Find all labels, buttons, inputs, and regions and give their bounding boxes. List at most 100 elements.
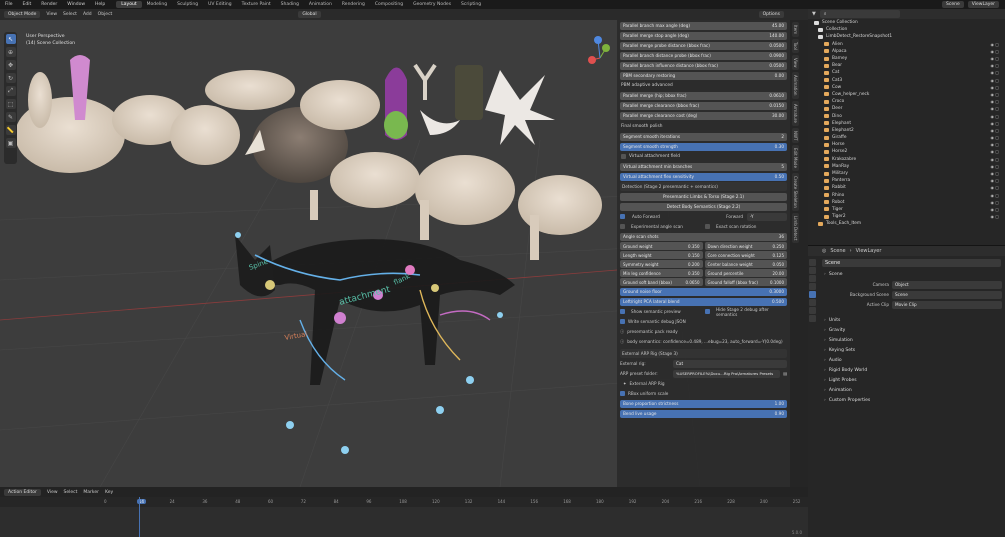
section-keying-sets[interactable]: Keying Sets xyxy=(808,345,1005,355)
pbm-field[interactable]: Parallel merge clearance cost (deg) 30.00 xyxy=(620,111,787,120)
transform-tool-icon[interactable]: ⬚ xyxy=(5,99,16,109)
pbm-field[interactable]: Parallel merge clearance (bbox frac) 0.01… xyxy=(620,101,787,110)
param-field[interactable]: Parallel branch influence distance (bbox… xyxy=(620,61,787,70)
cursor-tool-icon[interactable]: ⊕ xyxy=(5,47,16,57)
viewport-menu-add[interactable]: Add xyxy=(83,12,92,17)
frame-ruler[interactable]: 0 14 24 36 48 60 72 84 96 108 120 132 144 156 168 180 19… xyxy=(0,497,808,507)
weight-field[interactable]: Ground percentile 20.00 xyxy=(704,269,787,277)
sidebar-tab-create-skeleton[interactable]: Create Skeleton xyxy=(792,172,799,211)
visibility-icon[interactable]: ◉ ▢ xyxy=(990,157,999,162)
section-simulation[interactable]: Simulation xyxy=(808,335,1005,345)
snapshot-row[interactable]: LimbDetect_RestoreSnapshot1 xyxy=(808,33,1005,40)
move-tool-icon[interactable]: ✥ xyxy=(5,60,16,70)
tab-texture-paint[interactable]: Texture Paint xyxy=(237,1,276,8)
visibility-icon[interactable]: ◉ ▢ xyxy=(990,193,999,198)
section-animation[interactable]: Animation xyxy=(808,385,1005,395)
outliner-row[interactable]: Croco ◉ ▢ xyxy=(808,98,1005,105)
scale-tool-icon[interactable]: ⤢ xyxy=(5,86,16,96)
outliner-row[interactable]: Elephant2 ◉ ▢ xyxy=(808,127,1005,134)
tab-compositing[interactable]: Compositing xyxy=(370,1,408,8)
visibility-icon[interactable]: ◉ ▢ xyxy=(990,56,999,61)
filter-icon[interactable]: ▼ xyxy=(812,11,816,17)
sidebar-tab-nwt[interactable]: NWT xyxy=(792,127,799,143)
weight-field[interactable]: Core connection weight 0.125 xyxy=(704,251,787,259)
arp-folder-field[interactable]: %USERPROFILE%\Docu...Rig Pro\Armatures P… xyxy=(673,369,781,378)
section-light-probes[interactable]: Light Probes xyxy=(808,375,1005,385)
tab-scripting[interactable]: Scripting xyxy=(456,1,486,8)
visibility-icon[interactable]: ◉ ▢ xyxy=(990,142,999,147)
tab-rendering[interactable]: Rendering xyxy=(337,1,370,8)
visibility-icon[interactable]: ◉ ▢ xyxy=(990,207,999,212)
scene-name-field[interactable]: Scene xyxy=(822,259,1001,267)
outliner-row[interactable]: Cow ◉ ▢ xyxy=(808,84,1005,91)
show-preview-checkbox[interactable] xyxy=(620,309,625,314)
visibility-icon[interactable]: ◉ ▢ xyxy=(990,114,999,119)
menu-item-edit[interactable]: Edit xyxy=(18,2,37,7)
keyframe-area[interactable] xyxy=(0,497,808,537)
tab-shading[interactable]: Shading xyxy=(276,1,304,8)
visibility-icon[interactable]: ◉ ▢ xyxy=(990,49,999,54)
sidebar-tab-tool[interactable]: Tool xyxy=(792,39,799,53)
outliner-row[interactable]: Cow_helper_neck ◉ ▢ xyxy=(808,91,1005,98)
smooth-field[interactable]: Segment smooth strength 0.30 xyxy=(620,142,787,151)
visibility-icon[interactable]: ◉ ▢ xyxy=(990,121,999,126)
smooth-field[interactable]: Segment smooth iterations 2 xyxy=(620,132,787,141)
param-field[interactable]: Parallel branch distance probe (bbox fra… xyxy=(620,51,787,60)
visibility-icon[interactable]: ◉ ▢ xyxy=(990,85,999,90)
timeline-menu-view[interactable]: View xyxy=(47,490,58,495)
outliner-row[interactable]: Cat3 ◉ ▢ xyxy=(808,77,1005,84)
outliner-row[interactable]: Rhino ◉ ▢ xyxy=(808,192,1005,199)
semantics-button[interactable]: Detect Body Semantics (Stage 2.2) xyxy=(620,202,787,211)
timeline-menu-select[interactable]: Select xyxy=(64,490,78,495)
weight-field[interactable]: Center balance weight 0.050 xyxy=(704,260,787,268)
orientation-dropdown[interactable]: Global xyxy=(298,11,321,18)
view-layer-tab-icon[interactable] xyxy=(809,283,816,290)
outliner-row[interactable]: Panterra ◉ ▢ xyxy=(808,177,1005,184)
weight-field[interactable]: Ground soft band (bbox) 0.0650 xyxy=(620,278,703,286)
modifier-tab-icon[interactable] xyxy=(809,315,816,322)
annotate-tool-icon[interactable]: ✎ xyxy=(5,112,16,122)
bend-live-slider[interactable]: Bend live usage 0.90 xyxy=(620,409,787,418)
forward-field[interactable]: -Y xyxy=(747,212,787,221)
scene-tab-icon[interactable] xyxy=(809,291,816,298)
weight-field[interactable]: Ground weight 0.350 xyxy=(620,242,703,250)
visibility-icon[interactable]: ◉ ▢ xyxy=(990,63,999,68)
rotate-tool-icon[interactable]: ↻ xyxy=(5,73,16,83)
weight-field[interactable]: Ground falloff (bbox frac) 0.1000 xyxy=(704,278,787,286)
folder-icon[interactable]: ▤ xyxy=(783,371,787,376)
outliner-row[interactable]: Horse2 ◉ ▢ xyxy=(808,148,1005,155)
menu-item-window[interactable]: Window xyxy=(62,2,90,7)
param-field[interactable]: Parallel merge stop angle (deg) 140.00 xyxy=(620,31,787,40)
sidebar-tab-edit-mode[interactable]: Edit Mode xyxy=(792,144,799,171)
visibility-icon[interactable]: ◉ ▢ xyxy=(990,42,999,47)
world-tab-icon[interactable] xyxy=(809,299,816,306)
visibility-icon[interactable]: ◉ ▢ xyxy=(990,171,999,176)
pbm-field[interactable]: Parallel merge (hip; bbox frac) 0.0610 xyxy=(620,91,787,100)
outliner-row[interactable]: Dino ◉ ▢ xyxy=(808,112,1005,119)
arp-rig-button[interactable]: External ARP Rig xyxy=(630,381,665,386)
editor-type-dropdown[interactable]: Action Editor xyxy=(4,488,41,496)
section-custom-properties[interactable]: Custom Properties xyxy=(808,395,1005,405)
tab-uv-editing[interactable]: UV Editing xyxy=(203,1,236,8)
background-scene-field[interactable]: Scene xyxy=(892,290,1002,299)
visibility-icon[interactable]: ◉ ▢ xyxy=(990,92,999,97)
auto-forward-checkbox[interactable] xyxy=(620,214,625,219)
rbox-uniform-checkbox[interactable] xyxy=(620,391,625,396)
visibility-icon[interactable]: ◉ ▢ xyxy=(990,185,999,190)
va-field[interactable]: Virtual attachment min branches 5 xyxy=(620,162,787,171)
visibility-icon[interactable]: ◉ ▢ xyxy=(990,214,999,219)
playhead[interactable] xyxy=(139,497,140,537)
collection-row[interactable]: Collection xyxy=(808,26,1005,33)
visibility-icon[interactable]: ◉ ▢ xyxy=(990,200,999,205)
ground-noise-slider[interactable]: Ground noise floor 0.3000 xyxy=(620,287,787,296)
outliner-row[interactable]: Barney ◉ ▢ xyxy=(808,55,1005,62)
menu-item-file[interactable]: File xyxy=(0,2,18,7)
mode-dropdown[interactable]: Object Mode xyxy=(4,11,41,18)
exp-angle-checkbox[interactable] xyxy=(620,224,625,229)
param-field[interactable]: PBM secondary restoring 0.00 xyxy=(620,71,787,80)
hide-stage2-checkbox[interactable] xyxy=(705,309,710,314)
outliner-row[interactable]: Elephant ◉ ▢ xyxy=(808,120,1005,127)
outliner-search[interactable]: ⌕ xyxy=(819,10,900,18)
section-units[interactable]: Units xyxy=(808,315,1005,325)
measure-tool-icon[interactable]: 📏 xyxy=(5,125,16,135)
